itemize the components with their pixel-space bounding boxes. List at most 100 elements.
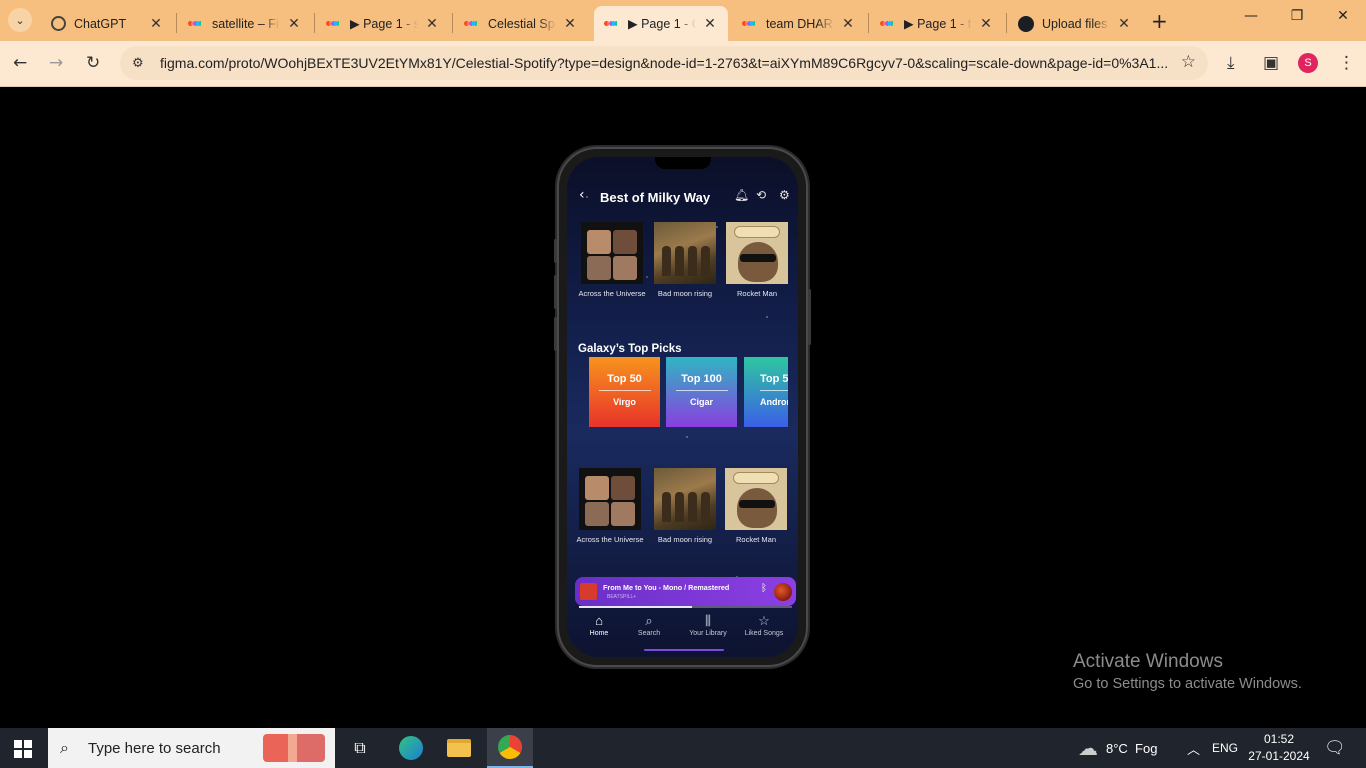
side-panel-icon[interactable]: ▣ <box>1263 53 1279 73</box>
section-title: Galaxy’s Top Picks <box>578 343 682 355</box>
library-icon: ⫼ <box>705 613 711 628</box>
now-playing-bar[interactable]: From Me to You - Mono / Remastered BEATS… <box>575 577 796 606</box>
tab-page1-satellite[interactable]: ▶ Page 1 - satellite ✕ <box>316 6 450 41</box>
tab-title: ChatGPT <box>74 16 127 31</box>
tab-title: satellite – Figma <box>212 16 280 31</box>
close-tab-icon[interactable]: ✕ <box>562 15 578 32</box>
album-cover-across-the-universe <box>581 222 643 284</box>
tab-page1-celestial-active[interactable]: ▶ Page 1 - Celestial ✕ <box>594 6 728 41</box>
bell-icon[interactable]: 🔔︎ <box>734 188 749 202</box>
close-tab-icon[interactable]: ✕ <box>424 15 440 32</box>
system-clock[interactable]: 01:52 27-01-2024 <box>1248 731 1310 765</box>
restore-icon[interactable]: ❐ <box>1274 8 1320 24</box>
bookmark-star-icon[interactable]: ☆ <box>1181 52 1196 72</box>
album-card[interactable]: Rocket Man <box>721 468 791 544</box>
top-picks-carousel[interactable]: Top 50 Virgo Top 100 Cigar Top 50 Androm… <box>589 357 788 429</box>
file-explorer-icon[interactable] <box>436 728 482 768</box>
settings-gear-icon[interactable]: ⚙ <box>779 188 790 202</box>
windows-start-icon[interactable] <box>14 740 32 758</box>
tab-satellite-figma[interactable]: satellite – Figma ✕ <box>178 6 312 41</box>
chrome-icon[interactable] <box>487 728 533 768</box>
edge-browser-icon[interactable] <box>388 728 434 768</box>
more-menu-icon[interactable]: ⋮ <box>1338 53 1355 73</box>
cloud-icon: ☁ <box>1078 737 1098 760</box>
url-text[interactable]: figma.com/proto/WOohjBExTE3UV2EtYMx81Y/C… <box>160 55 1170 71</box>
album-row-2: Across the Universe Bad moon rising Rock… <box>575 468 792 548</box>
star-icon: ☆ <box>758 613 770 628</box>
figma-icon <box>187 16 204 32</box>
tab-chatgpt[interactable]: ChatGPT ✕ <box>40 6 174 41</box>
tab-title: ▶ Page 1 - satellite <box>350 17 418 31</box>
tab-title: Celestial Spotify <box>488 16 556 31</box>
input-language[interactable]: ENG <box>1212 728 1238 768</box>
close-tab-icon[interactable]: ✕ <box>840 15 856 32</box>
close-tab-icon[interactable]: ✕ <box>978 15 994 32</box>
tab-upload-files[interactable]: Upload files ✕ <box>1008 6 1142 41</box>
tab-label: Search <box>637 630 661 637</box>
album-title: Rocket Man <box>735 535 777 544</box>
profile-avatar[interactable]: S <box>1298 53 1318 73</box>
address-bar[interactable]: ⚙ figma.com/proto/WOohjBExTE3UV2EtYMx81Y… <box>120 46 1208 80</box>
tab-liked-songs[interactable]: ☆ Liked Songs <box>736 613 792 637</box>
browser-tab-strip: ⌄ ChatGPT ✕ satellite – Figma ✕ ▶ Page 1… <box>0 0 1366 41</box>
taskbar-search-box[interactable]: ⌕ Type here to search <box>48 728 335 768</box>
back-arrow-icon[interactable]: ← <box>13 53 27 73</box>
phone-frame: ‹ Best of Milky Way 🔔︎ ⟲ ⚙ Across the Un… <box>554 147 811 667</box>
now-playing-thumbnail <box>580 583 597 600</box>
app-header: ‹ Best of Milky Way 🔔︎ ⟲ ⚙ <box>567 187 798 207</box>
forward-arrow-icon[interactable]: → <box>49 53 63 73</box>
back-chevron-icon[interactable]: ‹ <box>579 187 585 203</box>
playback-progress[interactable] <box>579 606 792 608</box>
tab-your-library[interactable]: ⫼ Your Library <box>680 613 736 637</box>
tab-team-dhara[interactable]: team DHARA ✕ <box>732 6 866 41</box>
close-tab-icon[interactable]: ✕ <box>1116 15 1132 32</box>
album-card[interactable]: Rocket Man <box>722 222 792 298</box>
clock-time: 01:52 <box>1263 732 1295 746</box>
album-card[interactable]: Bad moon rising <box>650 222 720 298</box>
tab-search-chevron-icon[interactable]: ⌄ <box>8 8 32 32</box>
home-indicator <box>644 649 724 651</box>
album-card[interactable]: Bad moon rising <box>650 468 720 544</box>
tab-label: Your Library <box>689 630 727 637</box>
tab-label: Home <box>589 630 609 637</box>
close-tab-icon[interactable]: ✕ <box>148 15 164 32</box>
task-view-icon[interactable]: ⧉ <box>337 728 383 768</box>
windows-taskbar: ⌕ Type here to search ⧉ ☁ 8°C Fog ︿ ENG … <box>0 728 1366 768</box>
album-row-1: Across the Universe Bad moon rising Rock… <box>577 222 792 302</box>
site-settings-icon[interactable]: ⚙ <box>132 56 150 71</box>
album-card[interactable]: Across the Universe <box>575 468 645 544</box>
playlist-subtitle: Cigar <box>689 397 713 407</box>
album-title: Across the Universe <box>576 535 644 544</box>
now-playing-title: From Me to You - Mono / Remastered <box>603 583 730 592</box>
history-icon[interactable]: ⟲ <box>756 188 766 202</box>
tab-search[interactable]: ⌕ Search <box>621 613 677 637</box>
album-cover-across-the-universe <box>579 468 641 530</box>
tab-celestial-spotify[interactable]: Celestial Spotify ✕ <box>454 6 588 41</box>
figma-icon <box>325 16 342 32</box>
minimize-icon[interactable]: — <box>1228 8 1274 24</box>
search-highlight-gift-icon <box>263 734 325 762</box>
new-tab-plus-icon[interactable]: + <box>1151 9 1168 33</box>
close-tab-icon[interactable]: ✕ <box>702 15 718 32</box>
playlist-card[interactable]: Top 100 Cigar <box>666 357 737 427</box>
bottom-tab-bar: ⌂ Home ⌕ Search ⫼ Your Library ☆ Liked S… <box>567 613 798 643</box>
close-tab-icon[interactable]: ✕ <box>286 15 302 32</box>
phone-notch <box>655 157 711 169</box>
album-card[interactable]: Across the Universe <box>577 222 647 298</box>
bluetooth-icon[interactable]: ᛒ <box>761 583 767 594</box>
reload-icon[interactable]: ↻ <box>86 53 100 73</box>
playlist-card[interactable]: Top 50 Andromeda <box>744 357 788 427</box>
tab-page1-team[interactable]: ▶ Page 1 - team ✕ <box>870 6 1004 41</box>
tab-home[interactable]: ⌂ Home <box>571 613 627 637</box>
weather-widget[interactable]: ☁ 8°C Fog <box>1078 728 1157 768</box>
play-button[interactable] <box>774 583 792 601</box>
home-icon: ⌂ <box>595 613 603 628</box>
playlist-card[interactable]: Top 50 Virgo <box>589 357 660 427</box>
search-icon: ⌕ <box>60 738 69 757</box>
show-hidden-icons-chevron-icon[interactable]: ︿ <box>1187 728 1200 768</box>
close-window-icon[interactable]: ✕ <box>1320 8 1366 24</box>
notifications-icon[interactable]: 🗨︎ <box>1324 728 1346 768</box>
download-icon[interactable]: ⤓ <box>1227 53 1235 73</box>
tab-title: ▶ Page 1 - team <box>904 17 972 31</box>
figma-icon <box>463 16 480 32</box>
